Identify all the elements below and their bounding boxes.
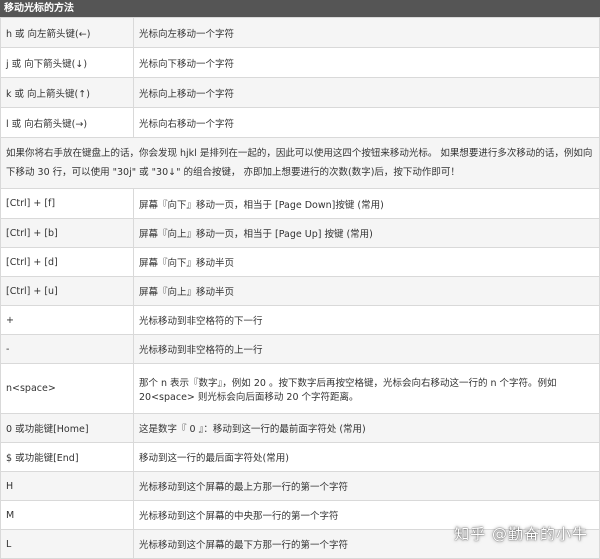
description-cell: 光标向左移动一个字符 xyxy=(133,17,600,48)
key-cell: l 或 向右箭头键(→) xyxy=(0,107,134,138)
table-row: [Ctrl] + [b] 屏幕『向上』移动一页，相当于 [Page Up] 按键 … xyxy=(0,218,600,248)
table-row: l 或 向右箭头键(→) 光标向右移动一个字符 xyxy=(0,107,600,138)
table-row: - 光标移动到非空格符的上一行 xyxy=(0,334,600,364)
table-row: + 光标移动到非空格符的下一行 xyxy=(0,305,600,335)
description-cell: 光标向下移动一个字符 xyxy=(133,47,600,78)
table-row: h 或 向左箭头键(←) 光标向左移动一个字符 xyxy=(0,17,600,48)
description-cell: 光标移动到非空格符的下一行 xyxy=(133,305,600,335)
description-cell: 屏幕『向上』移动半页 xyxy=(133,276,600,306)
key-cell: [Ctrl] + [f] xyxy=(0,188,134,219)
key-cell: L xyxy=(0,529,134,559)
table-row: [Ctrl] + [d] 屏幕『向下』移动半页 xyxy=(0,247,600,277)
key-cell: + xyxy=(0,305,134,335)
key-cell: $ 或功能键[End] xyxy=(0,442,134,472)
key-cell: - xyxy=(0,334,134,364)
key-cell: [Ctrl] + [b] xyxy=(0,218,134,248)
table-row: [Ctrl] + [f] 屏幕『向下』移动一页，相当于 [Page Down]按键… xyxy=(0,188,600,219)
table-row: n<space> 那个 n 表示『数字』，例如 20 。按下数字后再按空格键，光标… xyxy=(0,363,600,414)
table-row: $ 或功能键[End] 移动到这一行的最后面字符处(常用) xyxy=(0,442,600,472)
usage-note: 如果你将右手放在键盘上的话，你会发现 hjkl 是排列在一起的，因此可以使用这四… xyxy=(0,138,600,188)
watermark: 知乎 @勤奋的小牛 xyxy=(454,525,588,543)
key-cell: j 或 向下箭头键(↓) xyxy=(0,47,134,78)
description-cell: 光标向右移动一个字符 xyxy=(133,107,600,138)
key-cell: k 或 向上箭头键(↑) xyxy=(0,77,134,108)
table-row: H 光标移动到这个屏幕的最上方那一行的第一个字符 xyxy=(0,471,600,501)
table-row: j 或 向下箭头键(↓) 光标向下移动一个字符 xyxy=(0,47,600,78)
description-cell: 光标移动到这个屏幕的最上方那一行的第一个字符 xyxy=(133,471,600,501)
description-cell: 移动到这一行的最后面字符处(常用) xyxy=(133,442,600,472)
key-cell: M xyxy=(0,500,134,530)
key-cell: H xyxy=(0,471,134,501)
section-title: 移动光标的方法 xyxy=(0,0,600,17)
key-cell: 0 或功能键[Home] xyxy=(0,413,134,443)
description-cell: 那个 n 表示『数字』，例如 20 。按下数字后再按空格键，光标会向右移动这一行… xyxy=(133,363,600,414)
description-cell: 屏幕『向上』移动一页，相当于 [Page Up] 按键 (常用) xyxy=(133,218,600,248)
key-cell: n<space> xyxy=(0,363,134,414)
table-row: 0 或功能键[Home] 这是数字『 0 』：移动到这一行的最前面字符处 (常用) xyxy=(0,413,600,443)
description-cell: 这是数字『 0 』：移动到这一行的最前面字符处 (常用) xyxy=(133,413,600,443)
key-cell: h 或 向左箭头键(←) xyxy=(0,17,134,48)
description-cell: 屏幕『向下』移动一页，相当于 [Page Down]按键 (常用) xyxy=(133,188,600,219)
table-row: [Ctrl] + [u] 屏幕『向上』移动半页 xyxy=(0,276,600,306)
description-cell: 屏幕『向下』移动半页 xyxy=(133,247,600,277)
basic-movement-table: h 或 向左箭头键(←) 光标向左移动一个字符 j 或 向下箭头键(↓) 光标向下移动… xyxy=(0,17,600,138)
advanced-movement-table: [Ctrl] + [f] 屏幕『向下』移动一页，相当于 [Page Down]按键… xyxy=(0,188,600,559)
table-row: k 或 向上箭头键(↑) 光标向上移动一个字符 xyxy=(0,77,600,108)
description-cell: 光标移动到非空格符的上一行 xyxy=(133,334,600,364)
description-cell: 光标向上移动一个字符 xyxy=(133,77,600,108)
key-cell: [Ctrl] + [u] xyxy=(0,276,134,306)
key-cell: [Ctrl] + [d] xyxy=(0,247,134,277)
